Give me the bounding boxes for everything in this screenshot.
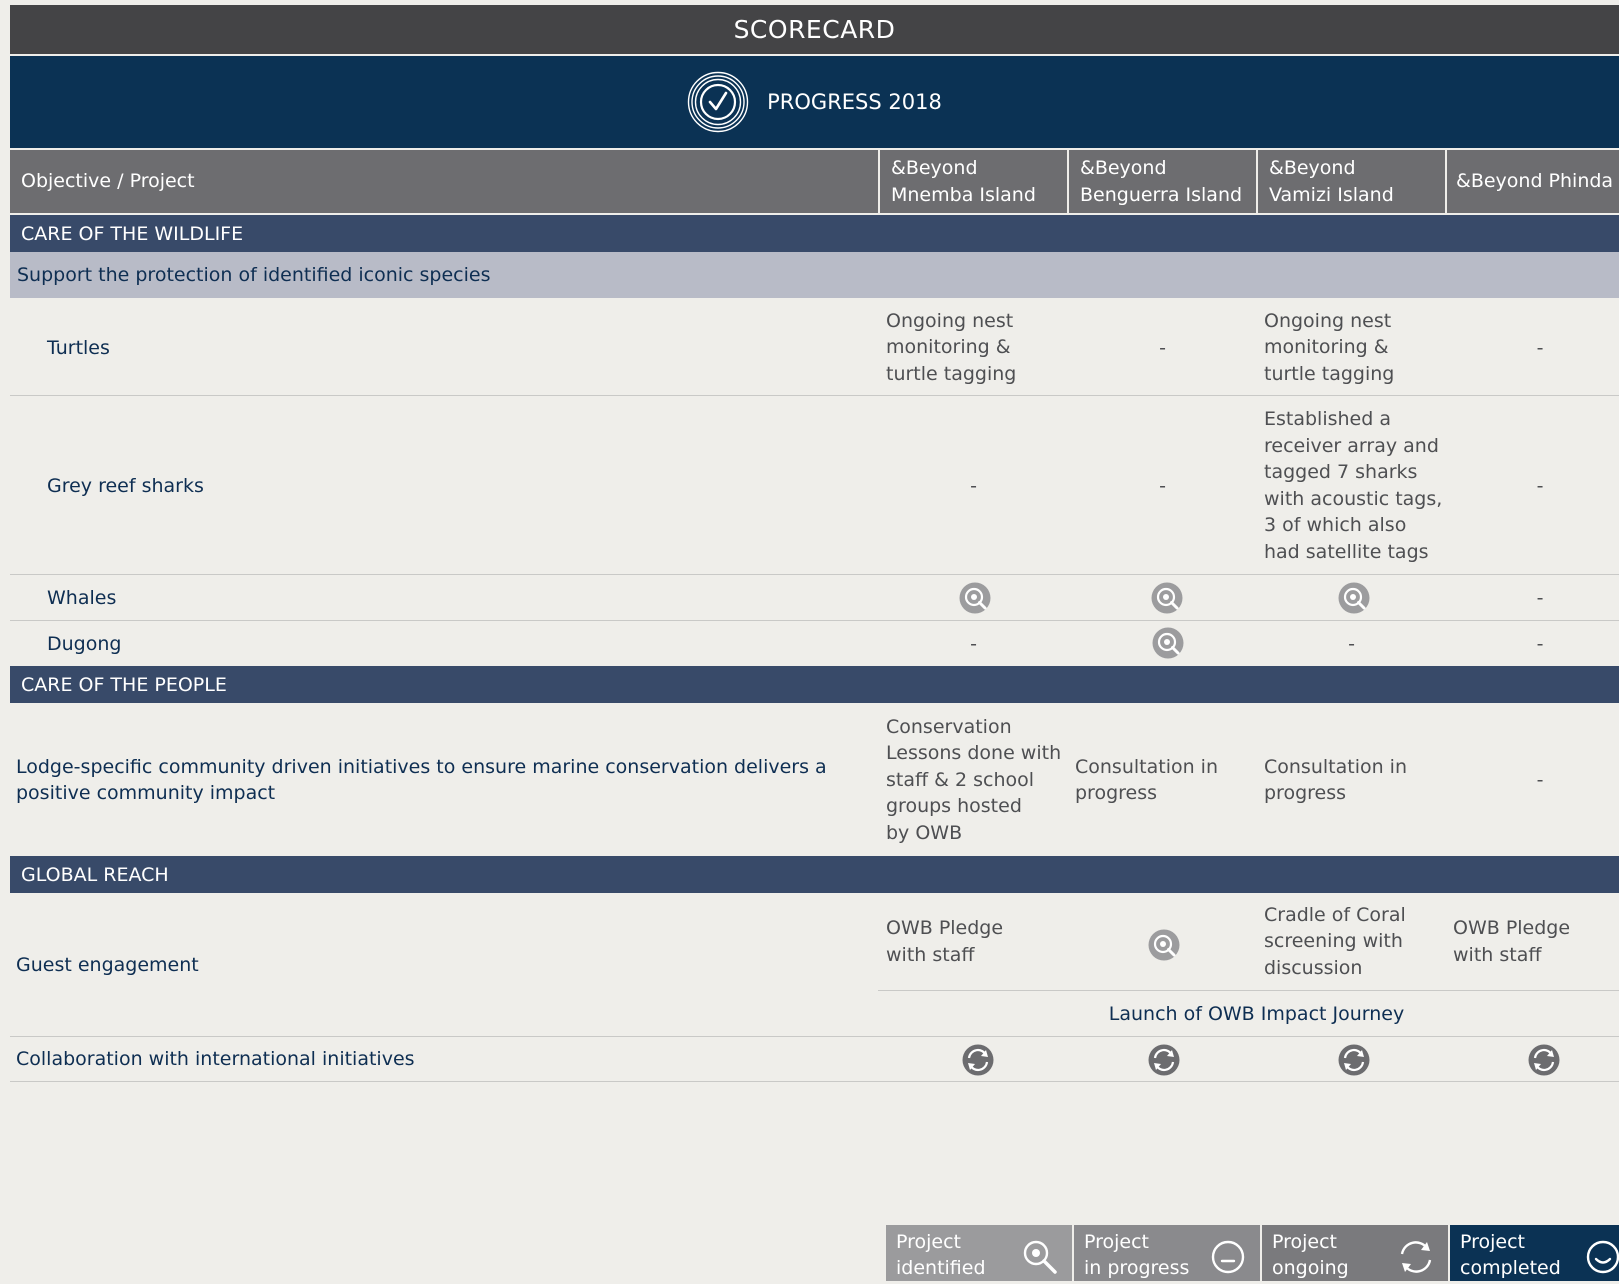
- cell-turtles-benguerra: -: [1159, 336, 1166, 359]
- subsection-iconic-species: Support the protection of identified ico…: [10, 252, 1619, 298]
- row-divider: [10, 1081, 1619, 1082]
- cell-community-phinda: -: [1536, 769, 1544, 791]
- cycle-arrows-icon: [1147, 1043, 1181, 1077]
- cycle-arrows-icon: [1337, 1043, 1371, 1077]
- section-people: CARE OF THE PEOPLE: [10, 666, 1619, 703]
- cell-guest-phinda: OWB Pledge with staff: [1453, 917, 1571, 966]
- cell-community-mnemba: Conservation Lessons done with staff & 2 s…: [886, 715, 1062, 844]
- progress-circle-icon: [1208, 1237, 1248, 1284]
- cell-sharks-phinda: -: [1536, 474, 1544, 497]
- cell-turtles-mnemba: Ongoing nest monitoring & turtle tagging: [886, 309, 1017, 385]
- cycle-arrows-icon: [1396, 1237, 1436, 1284]
- cell-guest-mnemba: OWB Pledge with staff: [886, 917, 1004, 966]
- cycle-arrows-icon: [961, 1043, 995, 1077]
- cell-sharks-benguerra: -: [1159, 474, 1166, 497]
- row-label-whales: Whales: [47, 587, 117, 609]
- row-label-turtles: Turtles: [47, 336, 110, 359]
- shared-guest-initiative: Launch of OWB Impact Journey: [1108, 1002, 1405, 1025]
- legend-in-progress: Project in progress: [1074, 1225, 1260, 1281]
- magnifier-icon: [1151, 626, 1185, 660]
- legend-ongoing: Project ongoing: [1262, 1225, 1448, 1281]
- cell-sharks-vamizi: Established a receiver array and tagged 7 …: [1264, 408, 1443, 563]
- magnifier-icon: [958, 581, 992, 615]
- cell-dugong-vamizi: -: [1348, 632, 1355, 655]
- cell-turtles-vamizi: Ongoing nest monitoring & turtle tagging: [1264, 309, 1395, 385]
- header-benguerra: &Beyond Benguerra Island: [1069, 150, 1256, 213]
- row-label-collaboration: Collaboration with international initiat…: [16, 1048, 415, 1070]
- cell-guest-vamizi: Cradle of Coral screening with discussion: [1264, 903, 1406, 979]
- cell-community-benguerra: Consultation in progress: [1075, 755, 1219, 805]
- header-vamizi: &Beyond Vamizi Island: [1258, 150, 1445, 213]
- magnifier-icon: [1150, 581, 1184, 615]
- smile-circle-icon: [1583, 1237, 1619, 1284]
- cell-dugong-phinda: -: [1536, 632, 1544, 655]
- header-phinda: &Beyond Phinda: [1447, 150, 1619, 213]
- row-divider: [10, 574, 1619, 575]
- header-objective: Objective / Project: [10, 150, 878, 213]
- cell-turtles-phinda: -: [1536, 336, 1544, 359]
- cell-community-vamizi: Consultation in progress: [1264, 755, 1408, 805]
- legend-completed: Project completed: [1450, 1225, 1619, 1281]
- magnifier-icon: [1147, 928, 1181, 962]
- progress-title: PROGRESS 2018: [767, 90, 942, 114]
- cell-sharks-mnemba: -: [970, 474, 977, 497]
- section-wildlife: CARE OF THE WILDLIFE: [10, 215, 1619, 252]
- row-divider: [10, 395, 1619, 396]
- row-label-guest-engagement: Guest engagement: [16, 954, 199, 976]
- row-divider: [10, 620, 1619, 621]
- scorecard-title: SCORECARD: [10, 5, 1619, 54]
- row-label-sharks: Grey reef sharks: [47, 474, 204, 497]
- cycle-arrows-icon: [1527, 1043, 1561, 1077]
- row-label-dugong: Dugong: [47, 632, 122, 655]
- cell-dugong-mnemba: -: [970, 632, 977, 655]
- header-mnemba: &Beyond Mnemba Island: [880, 150, 1067, 213]
- cell-whales-phinda: -: [1536, 587, 1544, 609]
- magnifier-icon: [1337, 581, 1371, 615]
- magnifier-icon: [1020, 1237, 1060, 1284]
- checkmark-badge-icon: [687, 71, 749, 133]
- legend-identified: Project identified: [886, 1225, 1072, 1281]
- section-global-reach: GLOBAL REACH: [10, 856, 1619, 893]
- progress-banner: PROGRESS 2018: [10, 56, 1619, 148]
- row-label-community: Lodge-specific community driven initiati…: [16, 756, 827, 804]
